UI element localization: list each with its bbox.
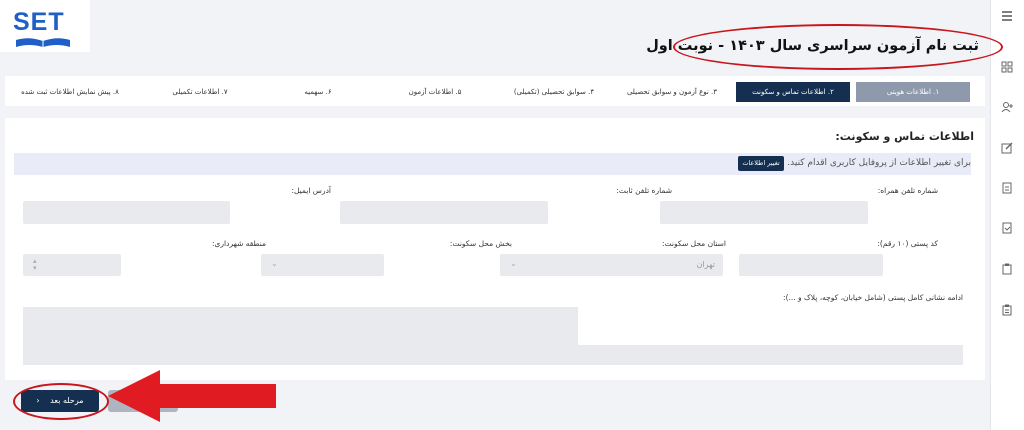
mobile-field[interactable] [660, 201, 868, 224]
mobile-label: شماره تلفن همراه: [877, 186, 938, 195]
step-identity[interactable]: ۱. اطلاعات هویتی [856, 82, 970, 102]
change-info-button[interactable]: تغییر اطلاعات [738, 156, 784, 171]
textarea-notch [578, 307, 963, 345]
step-exam-info[interactable]: ۵. اطلاعات آزمون [390, 82, 480, 102]
logo: SET [0, 0, 90, 52]
postal-code-label: کد پستی (۱۰ رقم): [877, 239, 938, 248]
municipality-label: منطقه شهرداری: [212, 239, 266, 248]
district-select[interactable]: ⌄ [261, 254, 384, 276]
address-label: ادامه نشانی کامل پستی (شامل خیابان، کوچه… [783, 293, 963, 302]
textarea-extension [578, 345, 963, 365]
step-exam-type[interactable]: ۳. نوع آزمون و سوابق تحصیلی [615, 82, 729, 102]
clipboard-icon[interactable] [1000, 262, 1014, 276]
notice-text: برای تغییر اطلاعات از پروفایل کاربری اقد… [787, 158, 971, 168]
stepper-icon[interactable]: ▴ ▾ [33, 258, 37, 272]
grid-icon[interactable] [1000, 60, 1014, 74]
steps-bar: ۱. اطلاعات هویتی ۲. اطلاعات تماس و سکونت… [5, 76, 985, 106]
district-label: بخش محل سکونت: [449, 239, 512, 248]
right-sidebar [990, 0, 1024, 430]
arrow-annotation-icon [108, 370, 276, 422]
clipboard-list-icon[interactable] [1000, 303, 1014, 317]
textarea-extension-left [23, 345, 578, 365]
email-field[interactable] [23, 201, 230, 224]
step-education[interactable]: ۴. سوابق تحصیلی (تکمیلی) [501, 82, 607, 102]
phone-label: شماره تلفن ثابت: [616, 186, 672, 195]
step-quota[interactable]: ۶. سهمیه [283, 82, 353, 102]
province-select[interactable]: تهران ⌄ [500, 254, 723, 276]
logo-text: SET [13, 8, 65, 36]
step-contact[interactable]: ۲. اطلاعات تماس و سکونت [736, 82, 850, 102]
province-value: تهران [696, 260, 715, 269]
email-label: آدرس ایمیل: [291, 186, 331, 195]
step-extra-info[interactable]: ۷. اطلاعات تکمیلی [155, 82, 245, 102]
edit-icon[interactable] [1000, 141, 1014, 155]
title-highlight-annotation [673, 24, 1003, 70]
municipality-stepper[interactable]: ▴ ▾ [23, 254, 121, 276]
book-icon [16, 38, 70, 47]
next-button-highlight-annotation [13, 383, 109, 420]
step-preview[interactable]: ۸. پیش نمایش اطلاعات ثبت شده [10, 82, 130, 102]
document-check-icon[interactable] [1000, 221, 1014, 235]
chevron-down-icon: ⌄ [510, 259, 517, 268]
add-user-icon[interactable] [1000, 100, 1014, 114]
document-icon[interactable] [1000, 181, 1014, 195]
chevron-down-icon: ⌄ [271, 259, 278, 268]
province-label: استان محل سکونت: [661, 239, 726, 248]
section-title: اطلاعات تماس و سکونت: [835, 130, 974, 143]
phone-field[interactable] [340, 201, 548, 224]
hamburger-menu-icon[interactable] [1000, 9, 1014, 23]
postal-code-field[interactable] [739, 254, 883, 276]
